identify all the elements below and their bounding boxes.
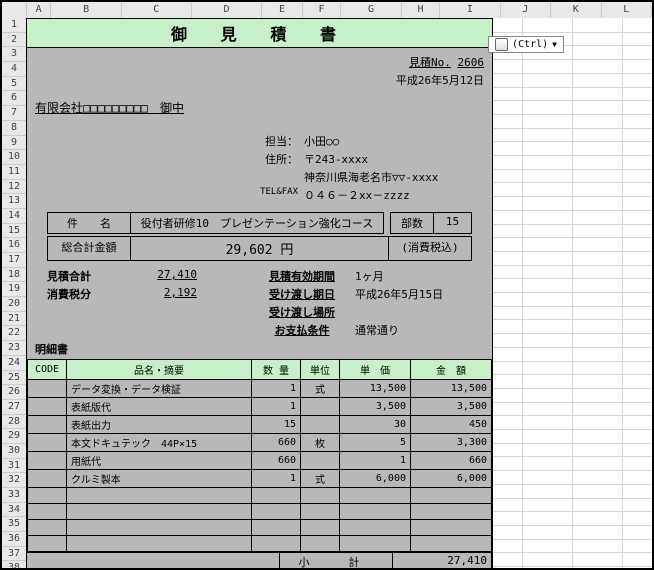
col-header[interactable]: L [602,2,652,18]
row-header[interactable]: 23 [2,341,26,356]
detail-heading: 明細書 [27,339,492,359]
addressee: 有限会社□□□□□□□□□ 御中 [27,97,492,118]
table-row[interactable] [28,520,492,536]
row-header[interactable]: 6 [2,91,26,106]
col-header[interactable]: K [551,2,601,18]
col-header[interactable]: F [303,2,342,18]
row-header[interactable]: 21 [2,312,26,327]
subtotal-row: 小 計27,410 [27,552,492,570]
col-header[interactable]: C [122,2,192,18]
clipboard-icon [495,38,508,51]
table-row[interactable]: 用紙代6601660 [28,452,492,470]
row-header[interactable]: 5 [2,77,26,92]
totals-block: 見積合計27,410 消費税分2,192 見積有効期間1ヶ月 受け渡し期日平成2… [27,267,492,339]
row-header[interactable]: 9 [2,136,26,151]
spreadsheet-viewport: ABCDEFGHIJKL 123456789101112131415161718… [0,0,654,570]
row-header[interactable]: 14 [2,209,26,224]
table-row[interactable] [28,488,492,504]
contact-block: 担当：小田○○ 住所：〒243-xxxx 神奈川県海老名市▽▽-xxxx TEL… [27,132,492,204]
subject-row: 件 名 役付者研修10 プレゼンテーション強化コース 部数 15 [47,212,472,234]
row-header[interactable]: 7 [2,106,26,121]
row-header[interactable]: 12 [2,180,26,195]
doc-title: 御 見 積 書 [27,19,492,48]
row-header[interactable]: 38 [2,561,26,570]
row-header[interactable]: 19 [2,282,26,297]
row-header[interactable]: 33 [2,488,26,503]
row-header[interactable]: 3 [2,47,26,62]
row-header[interactable]: 13 [2,194,26,209]
row-header[interactable]: 37 [2,547,26,562]
table-row[interactable]: データ変換・データ検証1式13,50013,500 [28,380,492,398]
col-header[interactable]: E [262,2,303,18]
table-row[interactable]: クルミ製本1式6,0006,000 [28,470,492,488]
estimate-number: 見積No. 2606 [27,48,492,71]
col-header[interactable]: B [51,2,121,18]
row-header[interactable]: 2 [2,33,26,48]
paste-options-smarttag[interactable]: (Ctrl) ▼ [488,36,564,53]
row-headers: 1234567891011121314151617181920212223242… [2,18,27,570]
row-header[interactable]: 25 [2,371,26,386]
col-header[interactable]: I [440,2,500,18]
row-header[interactable]: 1 [2,18,26,33]
row-header[interactable]: 18 [2,268,26,283]
row-header[interactable]: 11 [2,165,26,180]
row-header[interactable]: 26 [2,385,26,400]
col-header[interactable]: G [341,2,401,18]
row-header[interactable]: 36 [2,532,26,547]
table-row[interactable]: 表紙出力1530450 [28,416,492,434]
chevron-down-icon: ▼ [552,40,557,49]
row-header[interactable]: 8 [2,121,26,136]
row-header[interactable]: 24 [2,356,26,371]
row-header[interactable]: 32 [2,473,26,488]
row-header[interactable]: 31 [2,459,26,474]
row-header[interactable]: 27 [2,400,26,415]
row-header[interactable]: 22 [2,326,26,341]
table-row[interactable] [28,504,492,520]
row-header[interactable]: 30 [2,444,26,459]
column-headers: ABCDEFGHIJKL [2,2,652,19]
quotation-document: 御 見 積 書 見積No. 2606 平成26年5月12日 有限会社□□□□□□… [26,18,493,570]
sheet-area[interactable]: 御 見 積 書 見積No. 2606 平成26年5月12日 有限会社□□□□□□… [26,18,652,568]
grand-total-box: 総合計金額 29,602 円 (消費税込) [47,236,472,261]
row-header[interactable]: 17 [2,253,26,268]
row-header[interactable]: 35 [2,517,26,532]
table-row[interactable]: 本文ドキュテック 44P×15660枚53,300 [28,434,492,452]
col-header[interactable]: A [27,2,52,18]
issue-date: 平成26年5月12日 [27,71,492,89]
row-header[interactable]: 28 [2,415,26,430]
row-header[interactable]: 20 [2,297,26,312]
row-header[interactable]: 34 [2,503,26,518]
row-header[interactable]: 16 [2,238,26,253]
row-header[interactable]: 4 [2,62,26,77]
col-header[interactable]: H [402,2,441,18]
table-row[interactable]: 表紙版代13,5003,500 [28,398,492,416]
row-header[interactable]: 10 [2,150,26,165]
table-row[interactable] [28,536,492,552]
line-items-table: CODE 品名・摘要 数 量 単位 単 価 金 額 データ変換・データ検証1式1… [27,359,492,552]
row-header[interactable]: 29 [2,429,26,444]
col-header[interactable]: J [501,2,551,18]
row-header[interactable]: 15 [2,224,26,239]
col-header[interactable] [2,2,27,18]
col-header[interactable]: D [192,2,262,18]
